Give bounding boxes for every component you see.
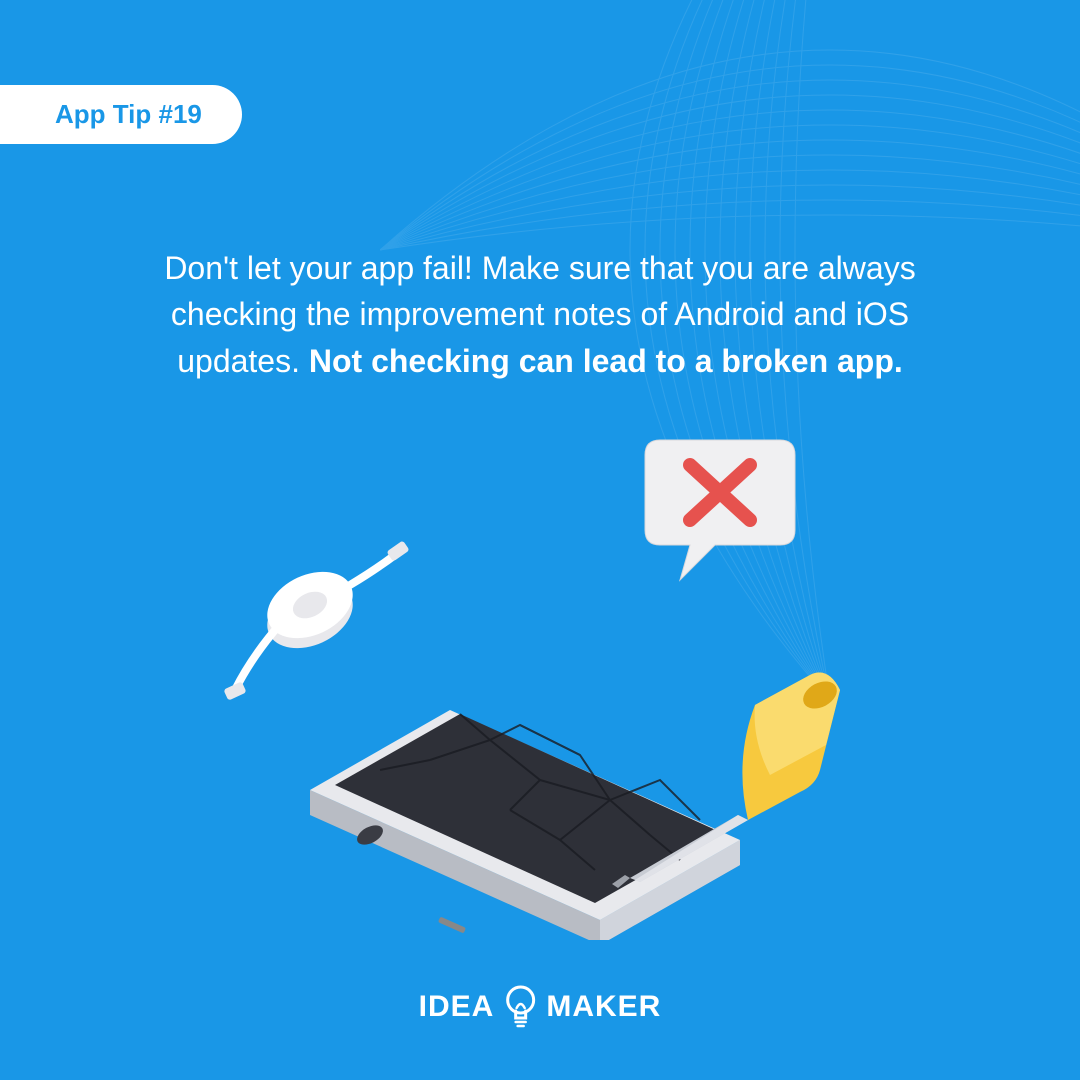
broken-phone-illustration — [180, 420, 900, 940]
logo-left-text: IDEA — [419, 990, 495, 1024]
ideamaker-logo: IDEA MAKER — [419, 984, 662, 1030]
error-speech-bubble — [645, 440, 795, 580]
tip-badge-label: App Tip #19 — [55, 99, 202, 129]
cable-icon — [223, 540, 409, 700]
tip-line-3-prefix: updates. — [177, 343, 309, 379]
broken-phone-icon — [310, 710, 740, 940]
tip-badge: App Tip #19 — [0, 85, 242, 144]
tip-line-3-bold: Not checking can lead to a broken app. — [309, 343, 903, 379]
tip-line-1: Don't let your app fail! Make sure that … — [164, 250, 915, 286]
tip-body: Don't let your app fail! Make sure that … — [70, 245, 1010, 384]
logo-right-text: MAKER — [546, 990, 661, 1024]
tip-line-2: checking the improvement notes of Androi… — [171, 296, 909, 332]
lightbulb-icon — [502, 984, 538, 1030]
